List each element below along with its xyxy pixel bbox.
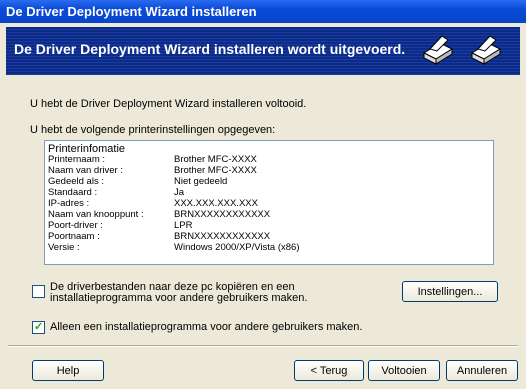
printer-icon <box>470 35 502 65</box>
info-value: LPR <box>174 220 193 231</box>
finish-button[interactable]: Voltooien <box>368 360 440 381</box>
cancel-button[interactable]: Annuleren <box>446 360 518 381</box>
wizard-banner: De Driver Deployment Wizard installeren … <box>6 27 520 75</box>
info-value: Windows 2000/XP/Vista (x86) <box>174 242 300 253</box>
info-key: Poort-driver : <box>48 220 103 231</box>
info-key: Versie : <box>48 242 80 253</box>
copy-files-label[interactable]: De driverbestanden naar deze pc kopiëren… <box>50 282 390 304</box>
settings-button[interactable]: Instellingen... <box>402 281 498 302</box>
info-value: Brother MFC-XXXX <box>174 165 257 176</box>
info-value: BRNXXXXXXXXXXXX <box>174 231 271 242</box>
info-value: Ja <box>174 187 185 198</box>
window-title: De Driver Deployment Wizard installeren <box>6 4 257 19</box>
info-value: XXX.XXX.XXX.XXX <box>174 198 258 209</box>
info-key: Naam van knooppunt : <box>48 209 144 220</box>
info-key: Printernaam : <box>48 154 106 165</box>
info-value: Brother MFC-XXXX <box>174 154 257 165</box>
info-key: IP-adres : <box>48 198 90 209</box>
help-button[interactable]: Help <box>32 360 104 381</box>
info-value: Niet gedeeld <box>174 176 228 187</box>
check-mark-icon: ✓ <box>34 321 44 333</box>
info-key: Naam van driver : <box>48 165 123 176</box>
banner-title: De Driver Deployment Wizard installeren … <box>14 41 406 57</box>
info-key: Gedeeld als : <box>48 176 104 187</box>
info-value: BRNXXXXXXXXXXXX <box>174 209 271 220</box>
info-key: Standaard : <box>48 187 98 198</box>
title-bar: De Driver Deployment Wizard installeren <box>0 0 526 23</box>
installer-only-label[interactable]: Alleen een installatieprogramma voor and… <box>50 321 362 333</box>
completed-text: U hebt de Driver Deployment Wizard insta… <box>30 98 307 110</box>
printer-info-box[interactable]: Printerinfomatie Printernaam : Brother M… <box>44 140 494 265</box>
installer-only-checkbox[interactable]: ✓ <box>32 321 45 334</box>
printer-icon <box>422 35 454 65</box>
settings-intro-text: U hebt de volgende printerinstellingen o… <box>30 124 276 136</box>
back-button[interactable]: < Terug <box>294 360 364 381</box>
info-key: Poortnaam : <box>48 231 100 242</box>
copy-files-checkbox[interactable] <box>32 285 45 298</box>
separator <box>8 345 518 347</box>
